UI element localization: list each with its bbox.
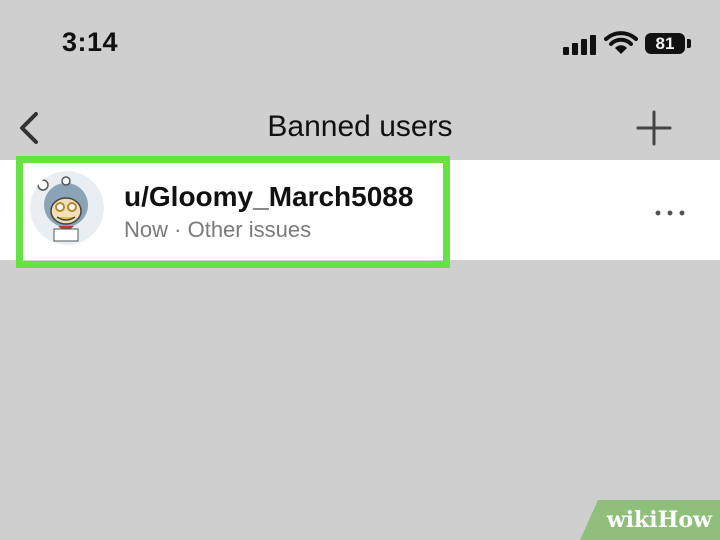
battery-icon: 81 [645,33,685,54]
ban-reason: Other issues [187,217,312,242]
ban-details: Now · Other issues [124,217,311,243]
ban-time: Now [124,217,169,242]
navigation-header: Banned users [0,90,720,162]
user-options-button[interactable] [650,203,690,223]
banned-username: u/Gloomy_March5088 [124,181,414,212]
wifi-icon [604,31,638,54]
add-banned-user-button[interactable] [630,106,678,150]
status-time: 3:14 [62,27,119,57]
battery-level: 81 [655,34,675,53]
snoo-avatar[interactable] [30,171,104,245]
separator-dot: · [174,217,182,242]
watermark-text: wikiHow [606,507,712,533]
more-horizontal-icon [655,210,685,216]
page-title: Banned users [267,110,453,143]
plus-icon [636,110,672,146]
wikihow-watermark: wikiHow [580,500,720,540]
status-bar: 3:14 81 [0,0,720,90]
battery-tip [687,39,691,48]
cellular-signal-icon [563,35,597,55]
